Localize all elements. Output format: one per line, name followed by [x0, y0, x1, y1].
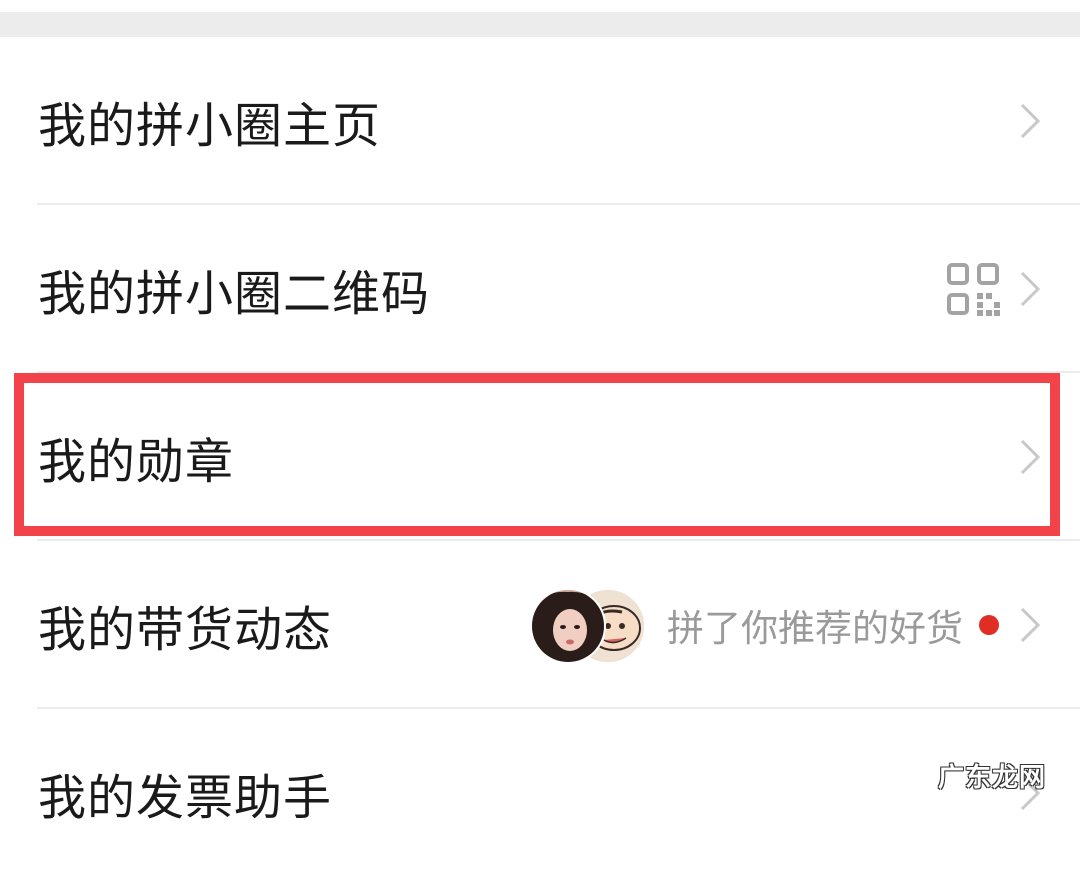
section-gap	[0, 12, 1080, 37]
menu-item-invoice-assistant[interactable]: 我的发票助手	[0, 709, 1080, 877]
menu-item-label: 我的勋章	[38, 422, 234, 492]
menu-item-label: 我的带货动态	[38, 590, 332, 660]
menu-item-circle-qr-code[interactable]: 我的拼小圈二维码	[0, 205, 1080, 373]
menu-item-my-badges[interactable]: 我的勋章	[0, 373, 1080, 541]
qr-code-icon	[946, 262, 1000, 316]
menu-item-label: 我的发票助手	[38, 758, 332, 828]
activity-text: 拼了你推荐的好货	[667, 598, 963, 652]
watermark: 广东龙网	[938, 757, 1046, 794]
chevron-right-icon	[1018, 269, 1042, 309]
avatar	[530, 588, 606, 664]
chevron-right-icon	[1018, 101, 1042, 141]
settings-menu: 我的拼小圈主页 我的拼小圈二维码	[0, 37, 1080, 877]
menu-item-circle-homepage[interactable]: 我的拼小圈主页	[0, 37, 1080, 205]
chevron-right-icon	[1018, 605, 1042, 645]
avatar-group	[530, 588, 642, 662]
menu-item-label: 我的拼小圈主页	[38, 86, 381, 156]
chevron-right-icon	[1018, 437, 1042, 477]
notification-dot	[979, 615, 999, 635]
menu-item-sales-activity[interactable]: 我的带货动态	[0, 541, 1080, 709]
top-spacer	[0, 0, 1080, 37]
menu-item-label: 我的拼小圈二维码	[38, 254, 430, 324]
